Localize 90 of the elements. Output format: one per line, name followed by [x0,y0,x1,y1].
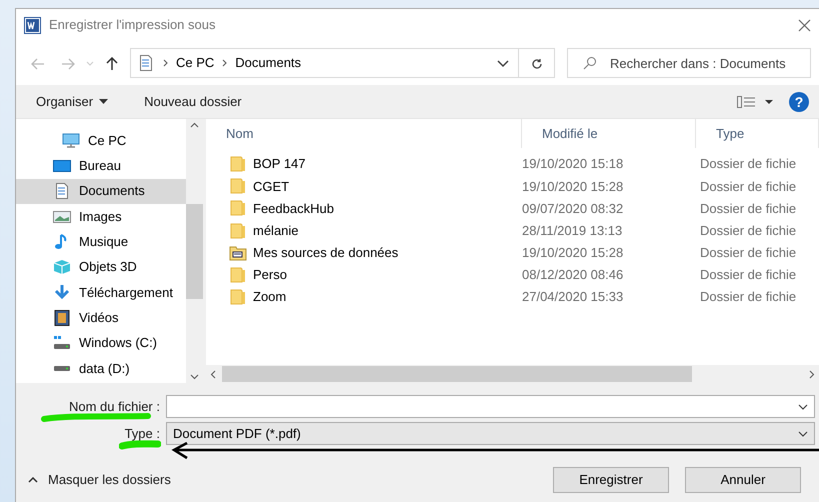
sidebar-item[interactable]: data (D:) [16,356,186,381]
type-dropdown[interactable]: Document PDF (*.pdf) [166,422,815,445]
folder-icon [229,178,247,194]
file-type: Dossier de fichie [699,200,798,218]
document-icon [137,55,155,71]
breadcrumb[interactable]: Ce PC [176,53,214,73]
folder-icon [229,289,247,306]
search-field[interactable]: Rechercher dans : Documents [567,48,811,78]
scrollbar-thumb[interactable] [186,204,203,298]
dropdown-caret-icon [798,430,808,436]
scroll-down-icon[interactable] [190,374,199,380]
drive-icon [53,335,71,352]
modified-date: 08/12/2020 08:46 [522,266,624,284]
hide-folders-toggle[interactable]: Masquer les dossiers [28,470,171,490]
column-header[interactable]: Nom [206,119,522,148]
folder-icon [229,200,247,216]
dialog-button[interactable]: Enregistrer [553,467,669,493]
folder-icon [229,222,247,239]
computer-icon [62,132,80,149]
document-icon [53,183,71,200]
chevron-icon [163,59,168,67]
scrollbar-thumb[interactable] [222,366,692,382]
file-type: Dossier de fichie [699,222,798,240]
scroll-right-icon[interactable] [809,370,815,378]
chevron-up-icon [28,477,38,483]
window-title: Enregistrer l'impression sous [49,16,216,34]
view-options-icon[interactable] [737,96,773,108]
modified-date: 09/07/2020 08:32 [522,200,624,218]
file-type: Dossier de fichie [699,178,798,196]
organize-menu[interactable]: Organiser [36,92,108,112]
refresh-icon [530,58,542,70]
folder-name: Zoom [253,288,286,306]
file-type: Dossier de fichie [699,244,798,262]
help-button[interactable]: ? [789,92,809,112]
address-bar[interactable]: Ce PC Documents [130,48,519,78]
back-arrow-icon [31,58,45,70]
folder-icon [229,156,247,172]
sidebar-item[interactable]: Ce PC [16,128,186,154]
link-folder-icon [229,244,247,261]
desktop-icon [53,158,71,174]
sidebar-item[interactable]: Téléchargement [16,280,186,306]
word-app-icon [24,16,41,34]
modified-date: 19/10/2020 15:28 [522,178,624,196]
close-icon[interactable] [798,18,811,32]
file-type: Dossier de fichie [699,155,798,174]
folder-icon [229,267,247,284]
filename-label: Nom du fichier : [68,399,160,414]
sidebar-item[interactable]: Windows (C:) [16,330,186,356]
file-type: Dossier de fichie [699,288,798,306]
column-header[interactable]: Modifié le [522,119,696,148]
modified-date: 27/04/2020 15:33 [522,288,624,306]
scroll-up-icon[interactable] [190,122,199,128]
search-icon [583,56,597,70]
sidebar-item[interactable]: Vidéos [16,305,186,330]
vertical-scrollbar[interactable] [186,119,203,383]
folder-name: Perso [253,266,287,284]
sidebar-item[interactable]: Musique [16,229,186,254]
folder-name: Mes sources de données [253,244,398,262]
folder-name: CGET [253,178,290,196]
filename-field[interactable] [166,395,815,418]
film-icon [53,310,71,326]
chevron-icon [222,59,228,67]
modified-date: 19/10/2020 15:18 [522,155,624,174]
dialog-button[interactable]: Annuler [685,467,801,493]
folder-name: BOP 147 [253,155,306,174]
sidebar-item[interactable]: Bureau [16,153,186,179]
folder-name: FeedbackHub [253,200,334,218]
scroll-left-icon[interactable] [210,370,216,378]
refresh-button[interactable] [519,48,555,78]
dropdown-caret-icon[interactable] [798,404,808,410]
up-arrow-icon [106,56,118,71]
selected-type: Document PDF (*.pdf) [173,424,301,443]
folder-name: mélanie [253,222,299,240]
cube-icon [53,259,71,276]
column-header[interactable]: Type [696,119,819,148]
sidebar-item[interactable]: Images [16,204,186,230]
sidebar-item[interactable]: Documents [16,178,186,204]
modified-date: 19/10/2020 15:28 [522,244,624,262]
forward-arrow-icon [61,58,75,70]
down-arrow-icon [53,284,71,300]
type-label: Type : [124,426,160,441]
sidebar-item[interactable]: Objets 3D [16,254,186,280]
picture-icon [53,208,71,225]
file-type: Dossier de fichie [699,266,798,284]
new-folder-button[interactable]: Nouveau dossier [144,92,242,112]
breadcrumb[interactable]: Documents [235,53,302,73]
horizontal-scrollbar[interactable] [206,365,819,383]
caret-icon [99,99,108,104]
drive-icon [53,366,71,371]
modified-date: 28/11/2019 13:13 [522,222,624,240]
